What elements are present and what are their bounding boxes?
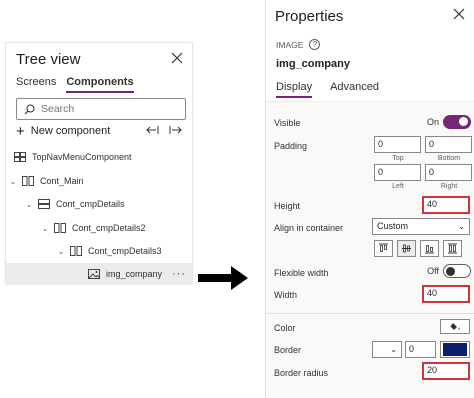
- padding-bottom-input[interactable]: 0: [425, 136, 472, 153]
- search-box[interactable]: [16, 98, 186, 120]
- search-icon: [24, 104, 35, 114]
- height-input[interactable]: 40: [422, 196, 470, 214]
- border-radius-label: Border radius: [274, 368, 329, 378]
- chevron-down-icon[interactable]: ⌄: [40, 224, 50, 233]
- color-picker-button[interactable]: [440, 319, 470, 334]
- width-input[interactable]: 40: [422, 285, 470, 303]
- tree-item-label: Cont_cmpDetails: [56, 199, 125, 209]
- chevron-down-icon[interactable]: ⌄: [8, 177, 18, 186]
- image-icon: [88, 269, 100, 279]
- align-end-button[interactable]: [420, 240, 439, 257]
- section-divider: [266, 313, 474, 314]
- align-stretch-button[interactable]: [443, 240, 462, 257]
- border-radius-input[interactable]: 20: [422, 362, 470, 380]
- padding-top-input[interactable]: 0: [374, 136, 421, 153]
- tab-screens[interactable]: Screens: [16, 76, 56, 93]
- plus-icon: +: [16, 122, 25, 140]
- tree-view-title: Tree view: [16, 51, 81, 68]
- paint-bucket-icon: [450, 323, 460, 330]
- close-icon[interactable]: [453, 8, 465, 20]
- control-type-label: IMAGE: [276, 39, 304, 50]
- tree-item-label: Cont_cmpDetails2: [72, 223, 146, 233]
- padding-top-sublabel: Top: [392, 155, 404, 162]
- horizontal-container-icon: [38, 199, 50, 209]
- properties-body: Visible On Padding 0 0 Top Bottom 0 0 Le…: [266, 101, 474, 398]
- border-style-dropdown[interactable]: ⌄: [372, 341, 402, 358]
- align-stretch-icon: [448, 243, 457, 254]
- tree-item-label: TopNavMenuComponent: [32, 152, 132, 162]
- width-label: Width: [274, 290, 298, 300]
- properties-panel: Properties IMAGE ? img_company Display A…: [265, 0, 474, 398]
- padding-right-sublabel: Right: [440, 183, 458, 190]
- vertical-container-icon: [22, 176, 34, 186]
- properties-title: Properties: [275, 8, 344, 25]
- properties-tabs: Display Advanced: [276, 81, 379, 98]
- align-center-icon: [402, 244, 411, 253]
- tree-item-cont-cmpdetails3[interactable]: ⌄ Cont_cmpDetails3: [6, 240, 192, 262]
- visible-label: Visible: [274, 118, 301, 128]
- flexible-width-label: Flexible width: [274, 268, 329, 278]
- padding-right-input[interactable]: 0: [425, 164, 472, 181]
- close-icon[interactable]: [171, 52, 183, 64]
- vertical-container-icon: [70, 246, 82, 256]
- border-color-button[interactable]: [440, 341, 470, 358]
- tab-display[interactable]: Display: [276, 81, 313, 98]
- component-icon: [14, 152, 26, 162]
- tab-advanced[interactable]: Advanced: [330, 81, 379, 98]
- tree-item-topnavmenucomponent[interactable]: TopNavMenuComponent: [6, 146, 192, 168]
- pointer-arrow-icon: [198, 266, 248, 290]
- visible-toggle[interactable]: [443, 115, 471, 129]
- more-options-icon[interactable]: ···: [172, 268, 186, 280]
- control-name[interactable]: img_company: [276, 58, 350, 70]
- flexible-width-toggle[interactable]: [443, 264, 471, 278]
- align-bottom-icon: [425, 245, 434, 254]
- padding-bottom-sublabel: Bottom: [437, 155, 461, 162]
- align-top-icon: [379, 243, 388, 252]
- padding-label: Padding: [274, 141, 308, 151]
- panel-dock-controls: [146, 125, 182, 135]
- chevron-down-icon[interactable]: ⌄: [56, 247, 66, 256]
- toggle-knob: [446, 266, 455, 276]
- tree-view-panel: Tree view Screens Components + New compo…: [5, 42, 193, 285]
- tree-item-cont-cmpdetails[interactable]: ⌄ Cont_cmpDetails: [6, 193, 192, 215]
- tree-item-label: Cont_cmpDetails3: [88, 246, 162, 256]
- chevron-down-icon: ⌄: [390, 345, 397, 354]
- expand-right-icon[interactable]: [169, 125, 182, 135]
- new-component-button[interactable]: + New component: [16, 122, 111, 140]
- visible-state: On: [426, 117, 439, 127]
- vertical-container-icon: [54, 223, 66, 233]
- border-label: Border: [274, 345, 302, 355]
- new-component-label: New component: [30, 125, 111, 137]
- padding-left-sublabel: Left: [392, 183, 404, 190]
- align-center-button[interactable]: [397, 240, 416, 257]
- help-icon[interactable]: ?: [309, 39, 321, 50]
- control-type: IMAGE ?: [276, 39, 321, 50]
- search-input[interactable]: [41, 103, 181, 115]
- tab-components[interactable]: Components: [66, 76, 134, 93]
- align-value: Custom: [377, 221, 409, 231]
- tree-item-img-company[interactable]: img_company ···: [6, 263, 192, 285]
- flexible-width-toggle-group: Off: [427, 264, 471, 278]
- chevron-down-icon[interactable]: ⌄: [24, 200, 34, 209]
- tree-item-cont-cmpdetails2[interactable]: ⌄ Cont_cmpDetails2: [6, 217, 192, 239]
- flexible-width-state: Off: [427, 266, 439, 276]
- tree-tabs: Screens Components: [16, 76, 134, 93]
- border-color-swatch: [443, 343, 467, 356]
- border-width-input[interactable]: 0: [405, 341, 436, 358]
- toggle-knob: [459, 117, 468, 126]
- height-label: Height: [274, 201, 301, 211]
- tree-item-cont-main[interactable]: ⌄ Cont_Main: [6, 170, 192, 192]
- chevron-down-icon: ⌄: [458, 222, 465, 231]
- visible-toggle-group: On: [427, 115, 471, 129]
- align-dropdown[interactable]: Custom ⌄: [372, 218, 470, 235]
- align-label: Align in container: [274, 223, 344, 233]
- align-start-button[interactable]: [374, 240, 393, 257]
- collapse-left-icon[interactable]: [146, 125, 159, 135]
- padding-left-input[interactable]: 0: [374, 164, 421, 181]
- tree-item-label: Cont_Main: [40, 176, 84, 186]
- color-label: Color: [274, 323, 296, 333]
- tree-item-label: img_company: [106, 269, 163, 279]
